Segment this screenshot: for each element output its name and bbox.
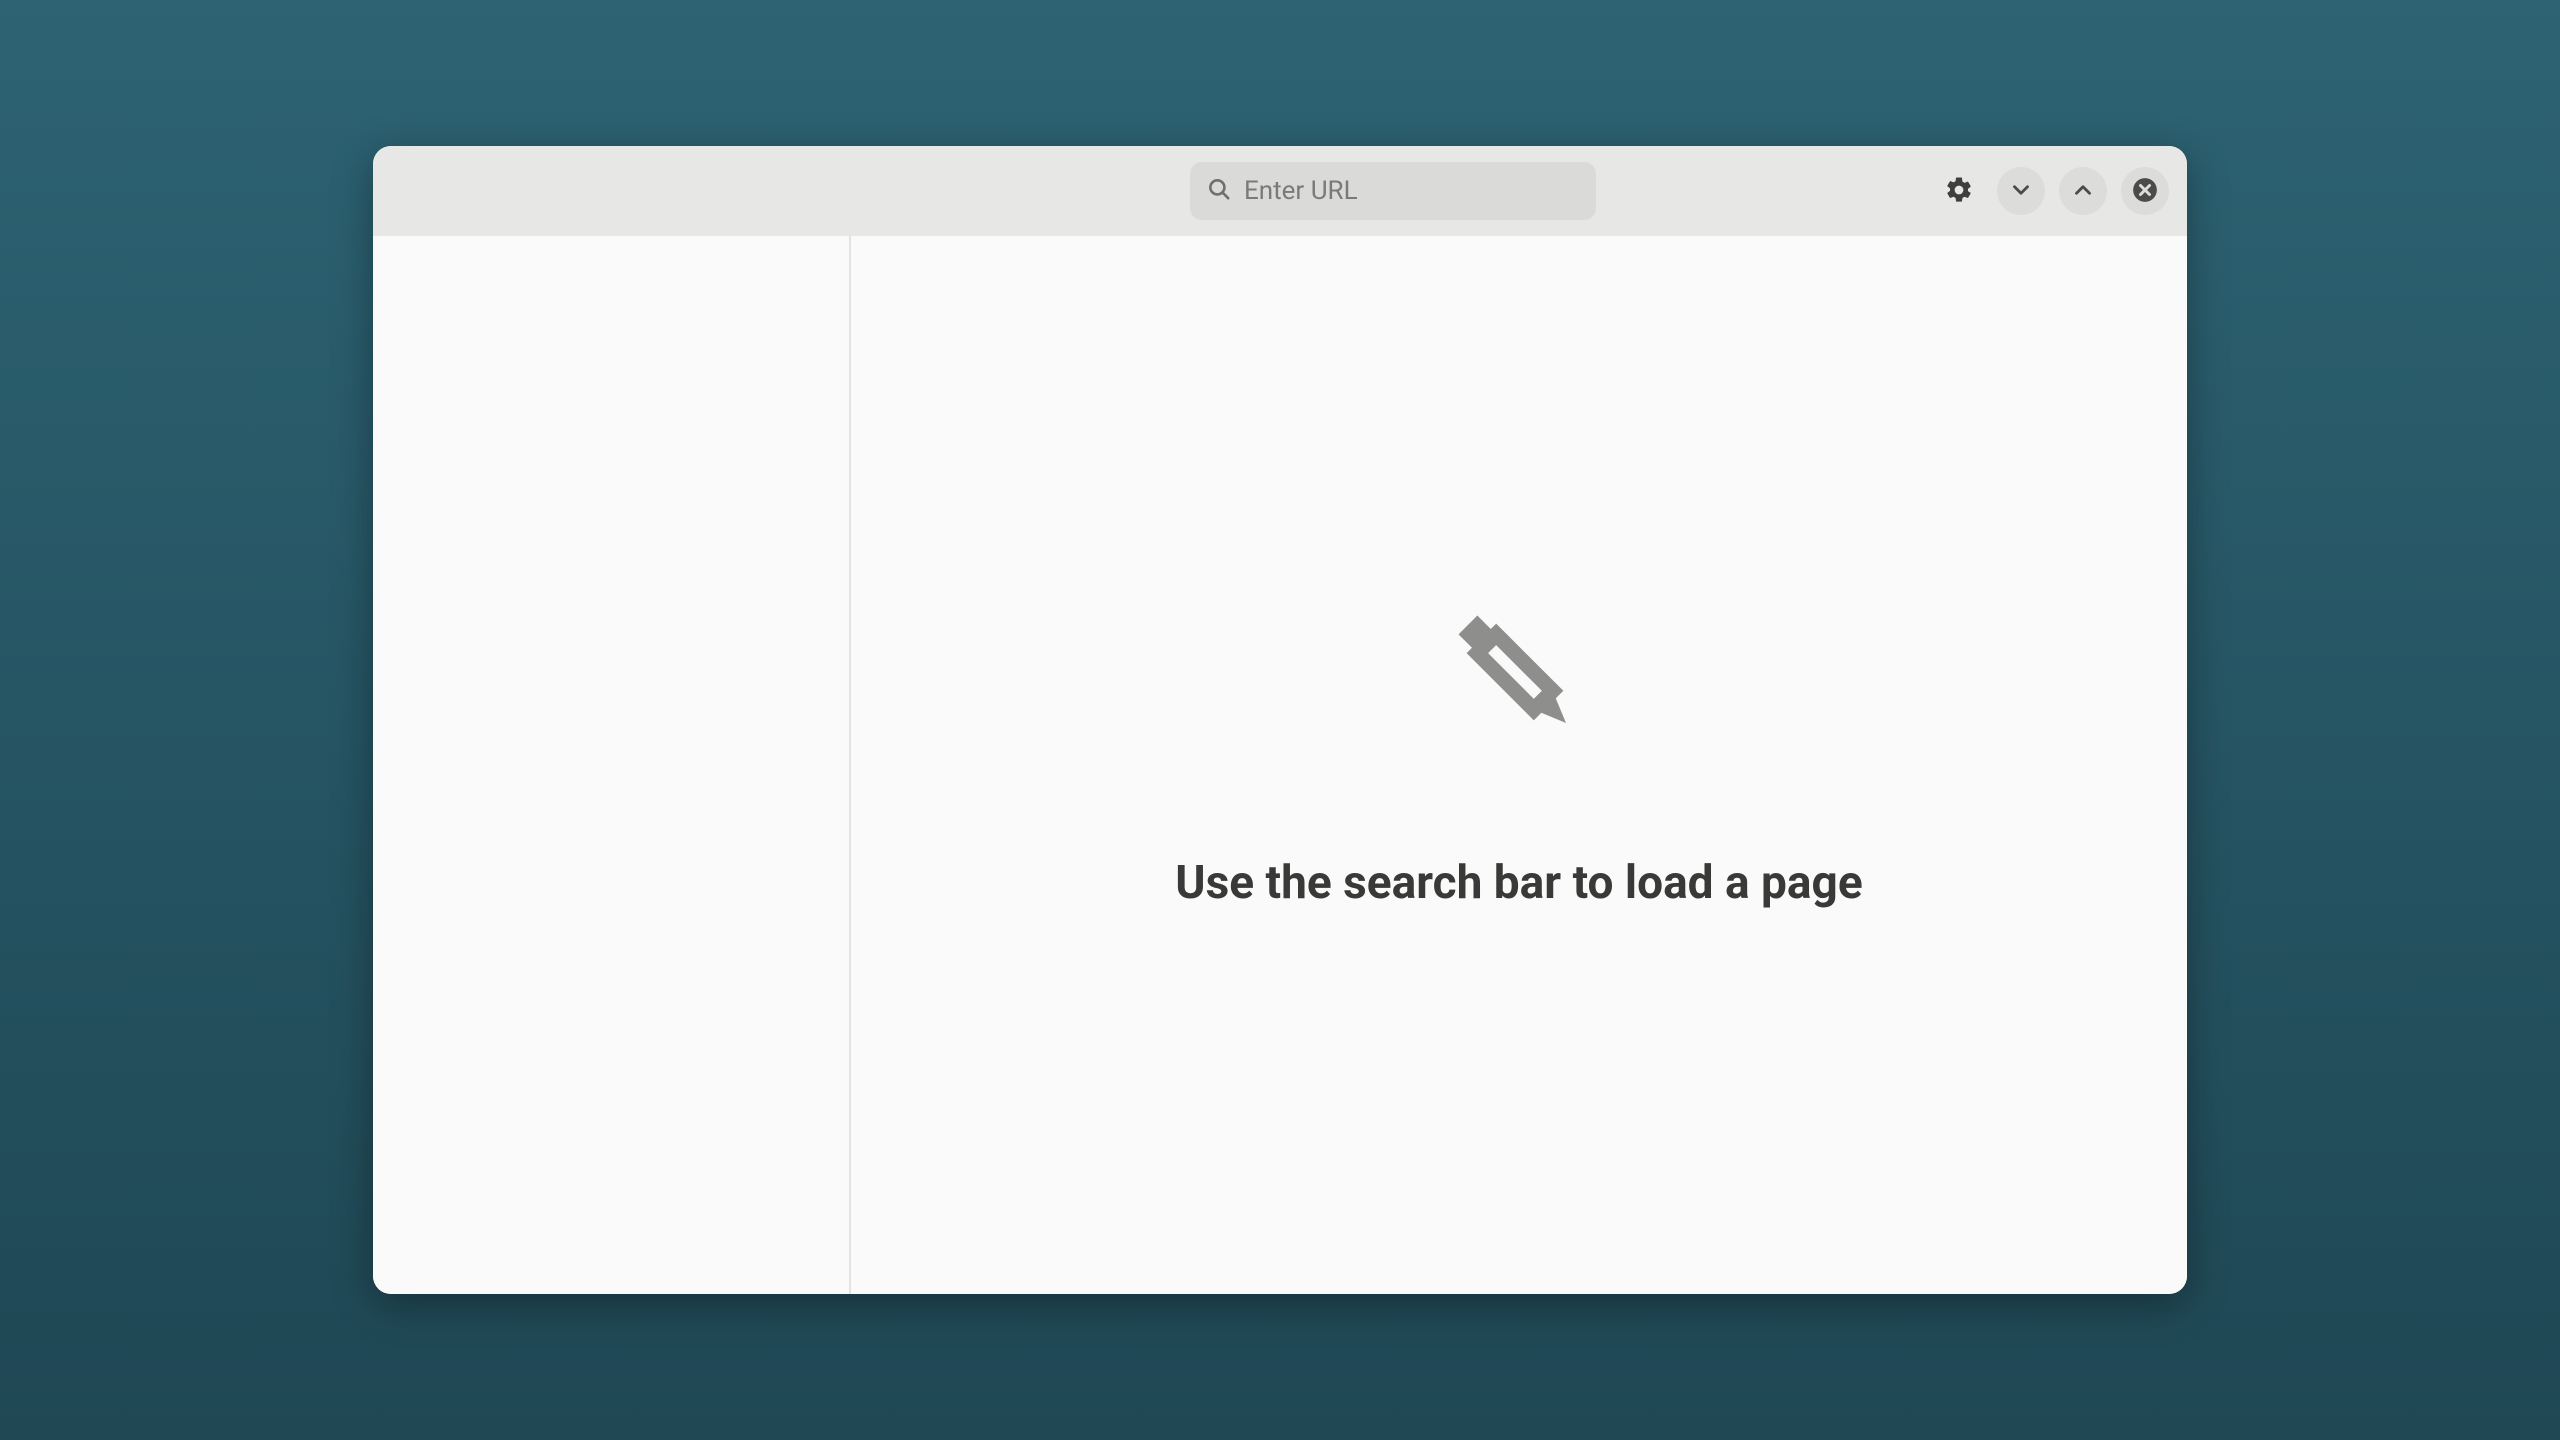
titlebar-left-spacer — [373, 146, 851, 236]
titlebar — [373, 146, 2187, 236]
settings-button[interactable] — [1935, 167, 1983, 215]
pencil-icon — [1419, 576, 1619, 776]
down-button[interactable] — [1997, 167, 2045, 215]
titlebar-controls — [1935, 146, 2169, 236]
url-search-field[interactable] — [1190, 162, 1596, 220]
window-body: Use the search bar to load a page — [373, 236, 2187, 1294]
chevron-up-icon — [2070, 177, 2096, 206]
content-area: Use the search bar to load a page — [851, 236, 2187, 1294]
chevron-down-icon — [2008, 177, 2034, 206]
url-input[interactable] — [1244, 176, 1580, 206]
empty-state-hint: Use the search bar to load a page — [1175, 856, 1862, 910]
app-window: Use the search bar to load a page — [373, 146, 2187, 1294]
close-circle-icon — [2130, 175, 2160, 208]
titlebar-center — [851, 146, 1935, 236]
up-button[interactable] — [2059, 167, 2107, 215]
gear-icon — [1944, 175, 1974, 208]
sidebar — [373, 236, 851, 1294]
close-button[interactable] — [2121, 167, 2169, 215]
search-icon — [1206, 176, 1232, 206]
